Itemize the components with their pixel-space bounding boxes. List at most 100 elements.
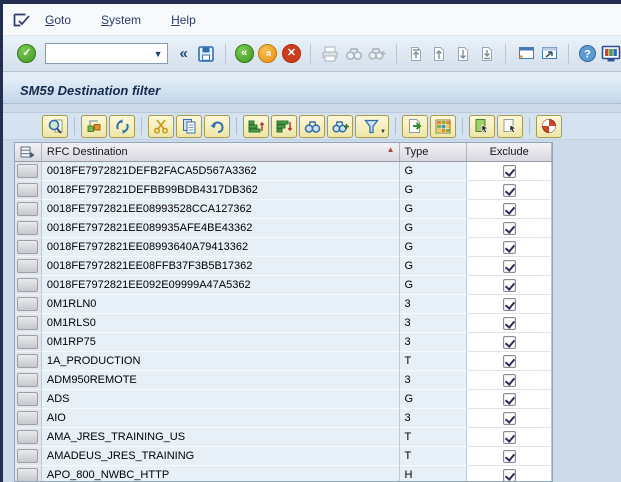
table-settings-button[interactable]: [430, 115, 456, 138]
row-selector-button[interactable]: [17, 411, 38, 425]
row-selector-button[interactable]: [17, 297, 38, 311]
set-filter-button[interactable]: ▼: [355, 115, 389, 138]
row-selector-cell[interactable]: [15, 295, 42, 314]
last-page-button[interactable]: [477, 42, 497, 66]
column-header-exclude[interactable]: Exclude: [467, 143, 552, 161]
exclude-checkbox[interactable]: [503, 222, 516, 235]
exclude-checkbox[interactable]: [503, 203, 516, 216]
row-selector-button[interactable]: [17, 335, 38, 349]
cell-type[interactable]: 3: [400, 371, 468, 390]
cell-destination[interactable]: 0018FE7972821EE08993640A79413362: [42, 238, 400, 257]
exclude-checkbox[interactable]: [503, 184, 516, 197]
enter-button[interactable]: ✓: [17, 42, 37, 66]
copy-button[interactable]: [176, 115, 202, 138]
column-header-rfc-destination[interactable]: RFC Destination ▲: [42, 143, 400, 161]
row-selector-button[interactable]: [17, 373, 38, 387]
collapse-chevrons-icon[interactable]: «: [180, 45, 188, 62]
exclude-checkbox[interactable]: [503, 431, 516, 444]
command-input[interactable]: [50, 48, 150, 60]
cell-destination[interactable]: 0018FE7972821EE08FFB37F3B5B17362: [42, 257, 400, 276]
row-selector-button[interactable]: [17, 259, 38, 273]
cell-destination[interactable]: 0018FE7972821EE08993528CCA127362: [42, 200, 400, 219]
exclude-checkbox[interactable]: [503, 450, 516, 463]
row-selector-cell[interactable]: [15, 352, 42, 371]
undo-button[interactable]: [204, 115, 230, 138]
row-selector-button[interactable]: [17, 202, 38, 216]
cell-destination[interactable]: 0018FE7972821EE092E09999A47A5362: [42, 276, 400, 295]
sort-descending-button[interactable]: [271, 115, 297, 138]
row-selector-button[interactable]: [17, 430, 38, 444]
cell-destination[interactable]: APO_800_NWBC_HTTP: [42, 466, 400, 482]
cell-destination[interactable]: 0M1RLN0: [42, 295, 400, 314]
next-page-button[interactable]: [453, 42, 473, 66]
row-selector-cell[interactable]: [15, 409, 42, 428]
menu-help[interactable]: Help: [171, 13, 196, 27]
cell-destination[interactable]: 0M1RP75: [42, 333, 400, 352]
sort-ascending-button[interactable]: [243, 115, 269, 138]
row-selector-button[interactable]: [17, 316, 38, 330]
cell-destination[interactable]: 0018FE7972821DEFB2FACA5D567A3362: [42, 162, 400, 181]
screen-personalization-icon[interactable]: [13, 12, 35, 28]
previous-page-button[interactable]: [430, 42, 450, 66]
select-all-header-cell[interactable]: [15, 143, 42, 161]
cell-type[interactable]: 3: [400, 409, 468, 428]
row-selector-cell[interactable]: [15, 219, 42, 238]
refresh-button[interactable]: [109, 115, 135, 138]
cell-type[interactable]: G: [400, 200, 468, 219]
cell-type[interactable]: T: [400, 428, 468, 447]
row-selector-button[interactable]: [17, 354, 38, 368]
exclude-checkbox[interactable]: [503, 355, 516, 368]
cell-type[interactable]: G: [400, 181, 468, 200]
cell-type[interactable]: 3: [400, 314, 468, 333]
row-selector-cell[interactable]: [15, 162, 42, 181]
exclude-checkbox[interactable]: [503, 241, 516, 254]
row-selector-cell[interactable]: [15, 181, 42, 200]
new-session-button[interactable]: [515, 42, 535, 66]
column-header-type[interactable]: Type: [400, 143, 468, 161]
cell-destination[interactable]: ADS: [42, 390, 400, 409]
row-selector-button[interactable]: [17, 221, 38, 235]
cell-destination[interactable]: 0018FE7972821EE089935AFE4BE43362: [42, 219, 400, 238]
help-button[interactable]: ?: [577, 42, 597, 66]
row-selector-button[interactable]: [17, 392, 38, 406]
row-selector-cell[interactable]: [15, 390, 42, 409]
select-all-button[interactable]: [469, 115, 495, 138]
exclude-checkbox[interactable]: [503, 412, 516, 425]
cell-destination[interactable]: 0018FE7972821DEFBB99BDB4317DB362: [42, 181, 400, 200]
find-next-button[interactable]: [367, 42, 387, 66]
exclude-checkbox[interactable]: [503, 469, 516, 482]
row-selector-cell[interactable]: [15, 276, 42, 295]
cell-destination[interactable]: 1A_PRODUCTION: [42, 352, 400, 371]
exclude-checkbox[interactable]: [503, 336, 516, 349]
row-selector-cell[interactable]: [15, 257, 42, 276]
find-next-button-grid[interactable]: [327, 115, 353, 138]
cell-type[interactable]: T: [400, 447, 468, 466]
exclude-checkbox[interactable]: [503, 317, 516, 330]
exclude-checkbox[interactable]: [503, 298, 516, 311]
row-selector-cell[interactable]: [15, 200, 42, 219]
command-field[interactable]: ▼: [45, 43, 168, 64]
command-dropdown-icon[interactable]: ▼: [150, 49, 167, 59]
row-selector-cell[interactable]: [15, 333, 42, 352]
cell-type[interactable]: G: [400, 219, 468, 238]
row-selector-button[interactable]: [17, 278, 38, 292]
deselect-all-button[interactable]: [497, 115, 523, 138]
exclude-checkbox[interactable]: [503, 279, 516, 292]
views-button[interactable]: [536, 115, 562, 138]
cell-type[interactable]: G: [400, 238, 468, 257]
row-selector-cell[interactable]: [15, 371, 42, 390]
cell-type[interactable]: 3: [400, 295, 468, 314]
menu-goto[interactable]: Goto: [45, 13, 71, 27]
cut-button[interactable]: [148, 115, 174, 138]
row-selector-cell[interactable]: [15, 466, 42, 482]
print-button[interactable]: [320, 42, 340, 66]
cell-type[interactable]: G: [400, 257, 468, 276]
save-button[interactable]: [196, 42, 216, 66]
menu-system[interactable]: System: [101, 13, 141, 27]
exit-button[interactable]: «: [258, 42, 278, 66]
row-selector-cell[interactable]: [15, 314, 42, 333]
row-selector-button[interactable]: [17, 449, 38, 463]
cancel-button[interactable]: ✕: [282, 42, 302, 66]
cell-type[interactable]: 3: [400, 333, 468, 352]
first-page-button[interactable]: [406, 42, 426, 66]
